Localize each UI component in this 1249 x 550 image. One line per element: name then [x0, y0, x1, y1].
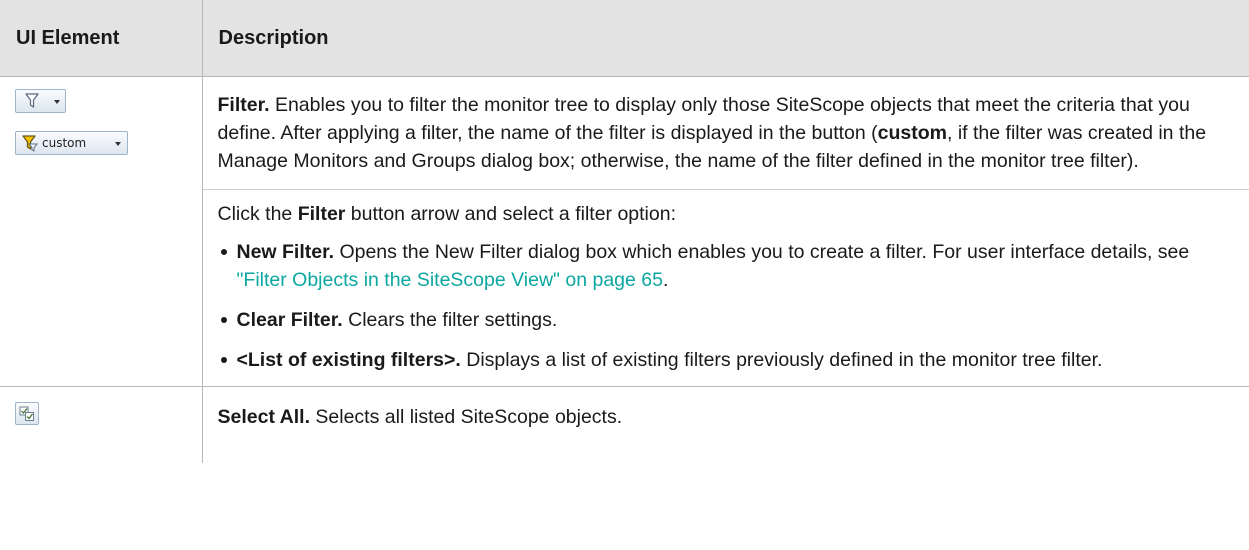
term-label: Select All.	[217, 406, 310, 428]
description-text: Opens the New Filter dialog box which en…	[334, 241, 1190, 263]
bullet-icon	[220, 249, 227, 255]
table-row-filter: custom Filter. Enables you to filter the…	[0, 76, 1249, 387]
select-all-icon	[19, 406, 34, 421]
header-ui-element: UI Element	[0, 0, 203, 77]
table-row-select-all: Select All. Selects all listed SiteScope…	[0, 386, 1249, 464]
filter-custom-icon	[22, 135, 38, 152]
description-text: Selects all listed SiteScope objects.	[309, 406, 623, 428]
description-text: Displays a list of existing filters prev…	[460, 349, 1103, 371]
description-text: Click the	[217, 203, 298, 225]
filter-custom-button[interactable]: custom	[15, 131, 128, 155]
description-cell: Filter. Enables you to filter the monito…	[202, 76, 1249, 387]
chevron-down-icon[interactable]	[115, 142, 121, 146]
filter-options-list: New Filter. Opens the New Filter dialog …	[218, 238, 1234, 374]
cross-reference-link[interactable]: "Filter Objects in the SiteScope View" o…	[237, 269, 663, 291]
bullet-icon	[220, 317, 227, 323]
filter-description: Filter. Enables you to filter the monito…	[218, 91, 1234, 175]
description-text: button arrow and select a filter option:	[345, 203, 676, 225]
description-text: .	[662, 269, 669, 291]
filter-icon	[25, 93, 39, 108]
bold-text: Filter	[297, 203, 346, 225]
term-label: <List of existing filters>.	[236, 349, 461, 371]
list-item: New Filter. Opens the New Filter dialog …	[218, 238, 1234, 294]
description-cell: Select All. Selects all listed SiteScope…	[202, 387, 1249, 464]
filter-button[interactable]	[15, 89, 66, 113]
ui-element-cell: custom	[0, 76, 203, 387]
chevron-down-icon[interactable]	[54, 100, 60, 104]
filter-custom-label: custom	[42, 136, 87, 150]
term-label: Filter.	[217, 94, 270, 116]
description-text: Clears the filter settings.	[342, 309, 558, 331]
header-row: UI Element Description	[0, 0, 1249, 77]
bold-text: custom	[877, 122, 948, 144]
bullet-icon	[220, 357, 227, 363]
divider	[202, 189, 1249, 190]
filter-instruction: Click the Filter button arrow and select…	[218, 200, 1234, 228]
list-item: <List of existing filters>. Displays a l…	[218, 346, 1234, 374]
ui-element-cell	[0, 386, 203, 463]
select-all-button[interactable]	[15, 402, 39, 425]
header-description: Description	[202, 0, 1249, 77]
list-item: Clear Filter. Clears the filter settings…	[218, 306, 1234, 334]
ui-elements-table: UI Element Description custom Filter. En…	[0, 0, 1249, 463]
term-label: Clear Filter.	[236, 309, 343, 331]
select-all-description: Select All. Selects all listed SiteScope…	[218, 403, 1234, 431]
term-label: New Filter.	[236, 241, 335, 263]
